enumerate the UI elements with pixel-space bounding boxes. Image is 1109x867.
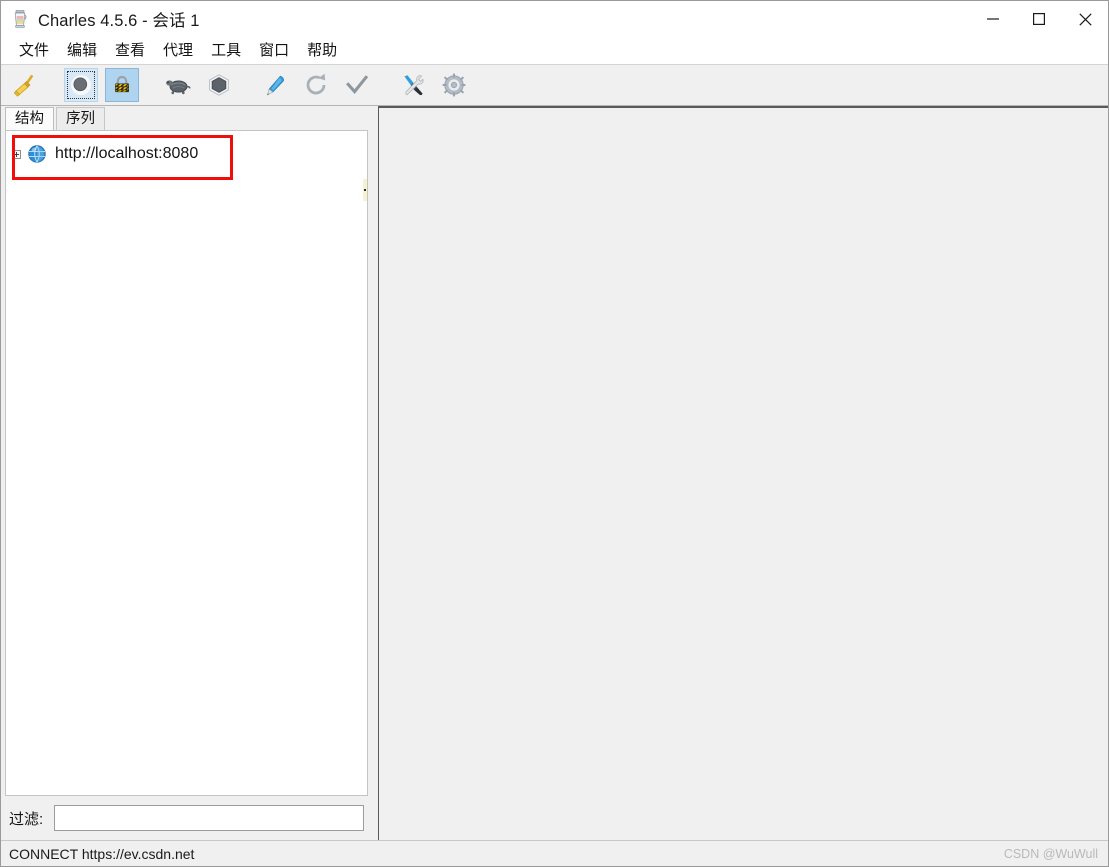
gear-settings-icon[interactable]: [437, 68, 471, 102]
menu-view[interactable]: 查看: [106, 37, 154, 64]
checkmark-validate-icon[interactable]: [340, 68, 374, 102]
window-controls: [970, 1, 1108, 37]
tab-strip: 结构 序列: [1, 106, 378, 130]
menu-file[interactable]: 文件: [10, 37, 58, 64]
filter-input[interactable]: [54, 805, 364, 831]
detail-right-panel[interactable]: [379, 106, 1108, 840]
menu-help[interactable]: 帮助: [298, 37, 346, 64]
tree-item-host[interactable]: http://localhost:8080: [6, 141, 367, 167]
main-split: 结构 序列 http://localhost:8080 过滤:: [1, 106, 1108, 840]
status-text: CONNECT https://ev.csdn.net: [9, 845, 195, 862]
tree-item-label: http://localhost:8080: [55, 145, 199, 162]
minimize-icon[interactable]: [970, 1, 1016, 37]
menu-bar: 文件 编辑 查看 代理 工具 窗口 帮助: [1, 37, 1108, 64]
status-bar: CONNECT https://ev.csdn.net CSDN @WuWull: [1, 840, 1108, 866]
window-title: Charles 4.5.6 - 会话 1: [38, 12, 200, 30]
charles-main-window: Charles 4.5.6 - 会话 1 文件 编辑 查看 代理 工具 窗口 帮…: [0, 0, 1109, 867]
globe-icon: [28, 145, 46, 164]
menu-window[interactable]: 窗口: [250, 37, 298, 64]
pen-compose-icon[interactable]: [258, 68, 292, 102]
filter-bar: 过滤:: [1, 796, 378, 840]
broom-icon[interactable]: [8, 68, 42, 102]
ssl-padlock-icon[interactable]: [105, 68, 139, 102]
session-tree[interactable]: http://localhost:8080: [5, 130, 368, 796]
turtle-throttle-icon[interactable]: [161, 68, 195, 102]
filter-label: 过滤:: [9, 810, 44, 828]
session-left-panel: 结构 序列 http://localhost:8080 过滤:: [1, 106, 378, 840]
hexagon-breakpoint-icon[interactable]: [202, 68, 236, 102]
menu-proxy[interactable]: 代理: [154, 37, 202, 64]
tree-scrollbar-dot: [364, 189, 366, 191]
menu-edit[interactable]: 编辑: [58, 37, 106, 64]
tools-wrench-screwdriver-icon[interactable]: [396, 68, 430, 102]
toolbar: [1, 64, 1108, 106]
maximize-icon[interactable]: [1016, 1, 1062, 37]
tab-sequence[interactable]: 序列: [56, 107, 105, 130]
watermark: CSDN @WuWull: [1003, 847, 1098, 861]
title-bar: Charles 4.5.6 - 会话 1: [1, 1, 1108, 37]
close-icon[interactable]: [1062, 1, 1108, 37]
plus-box-icon[interactable]: [12, 149, 21, 159]
charles-jug-icon: [12, 10, 28, 28]
menu-tools[interactable]: 工具: [202, 37, 250, 64]
tab-structure[interactable]: 结构: [5, 107, 54, 130]
record-circle-icon[interactable]: [64, 68, 98, 102]
reload-icon[interactable]: [299, 68, 333, 102]
